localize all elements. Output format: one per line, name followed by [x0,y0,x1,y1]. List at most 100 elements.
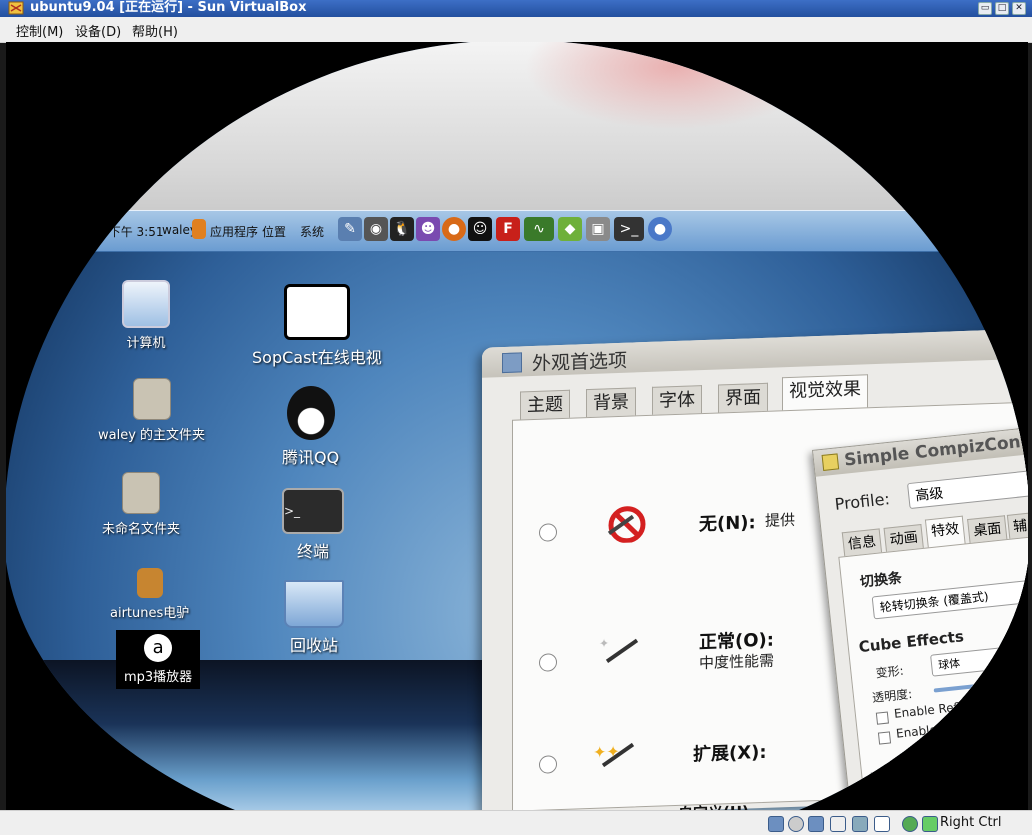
desktop-icon-terminal[interactable]: >_ 终端 [282,488,344,562]
folder-icon [122,472,160,514]
desktop-icon-home[interactable]: waley 的主文件夹 [98,378,205,443]
extra-effects-heading: 附加效果 [869,766,920,786]
donkey-icon [136,568,163,598]
usb-icon[interactable] [830,816,846,832]
tab-interface[interactable]: 界面 [718,382,768,414]
penguin-icon [286,386,335,440]
desktop-icon-label: 回收站 [289,636,338,655]
window-icon [502,352,522,374]
radio-normal[interactable] [539,653,557,672]
desktop-icon-label: 未命名文件夹 [102,522,181,537]
magic-wand-icon: ✦ [599,636,639,664]
firefox-icon[interactable]: ● [442,217,466,241]
desktop-icon-amule[interactable]: airtunes电驴 [110,568,189,621]
cd-icon[interactable] [788,816,804,832]
maximize-button[interactable]: □ [995,2,1009,15]
network-icon[interactable]: ▫ [982,217,996,241]
desktop-icon-trash[interactable]: 回收站 [284,580,344,656]
camera-icon[interactable]: ◉ [364,217,388,241]
menu-devices[interactable]: 设备(D) [75,21,121,40]
desktop-icon-label: 终端 [296,542,329,561]
mouse-integration-icon[interactable] [874,816,890,832]
svg-text:✦: ✦ [599,636,609,650]
network-adapter-icon[interactable] [808,816,824,832]
tux-icon[interactable]: 🐧 [390,217,414,241]
window-titlebar: ubuntu9.04 [正在运行] - Sun VirtualBox ▭ □ ✕ [0,0,1032,17]
trash-icon [284,580,344,628]
switcher-heading: 切换条 [859,570,903,591]
desktop-icon-qq[interactable]: 腾讯QQ [282,386,339,468]
option-none-label: 无(N): [699,512,756,536]
prefs-titlebar[interactable]: 外观首选项 [482,328,1028,378]
ccsm-tab-more[interactable]: 辅 [1006,512,1028,540]
filezilla-icon[interactable]: F [496,217,520,241]
desktop-icon-computer[interactable]: 计算机 [122,280,170,351]
radio-extra[interactable] [539,755,557,774]
desktop-icon-mp3[interactable]: a mp3播放器 [116,630,201,689]
prefs-title: 外观首选项 [532,349,628,376]
computer-icon [122,280,170,328]
profile-select[interactable]: 高级 [906,470,1028,510]
panel-menu-places[interactable]: 位置 [262,223,286,240]
pidgin-icon[interactable]: ☻ [416,217,440,241]
menu-help[interactable]: 帮助(H) [132,21,178,40]
notes-icon[interactable]: ✎ [338,217,362,241]
panel-menu-system[interactable]: 系统 [300,223,324,240]
guest-screen[interactable]: 6月25日星期二 下午 3:51 waley 应用程序 位置 系统 ✎ ◉ 🐧 … [6,42,1028,810]
sphere-cap [6,42,1028,220]
tab-visual-effects[interactable]: 视觉效果 [782,374,868,412]
deform-label: 变形: [874,663,905,681]
virtualbox-statusbar: Right Ctrl [0,810,1032,835]
opacity-label: 透明度: [871,686,913,706]
minimize-button[interactable]: ▭ [978,2,992,15]
virtualbox-icon [8,1,24,15]
capture-icon[interactable] [902,816,918,832]
opacity-slider[interactable] [933,677,1028,693]
sphere-reflection [524,42,824,130]
desktop-icon-sopcast[interactable]: SopCast在线电视 [252,284,382,368]
no-effects-icon [607,506,646,544]
tab-theme[interactable]: 主题 [520,389,570,421]
svg-text:✦✦: ✦✦ [593,742,620,762]
qq-icon[interactable]: ☺ [468,217,492,241]
close-button[interactable]: ✕ [1012,2,1026,15]
panel-menu-applications[interactable]: 应用程序 [210,223,258,240]
panel-clock[interactable]: 6月25日星期二 下午 3:51 [22,223,163,240]
tab-fonts[interactable]: 字体 [652,385,702,416]
desktop-icon-label: airtunes电驴 [110,606,190,621]
profile-label: Profile: [833,489,891,514]
gnome-top-panel: 6月25日星期二 下午 3:51 waley 应用程序 位置 系统 ✎ ◉ 🐧 … [6,210,1028,252]
desktop-icon-label: mp3播放器 [124,670,193,685]
home-folder-icon [132,378,171,420]
simple-compizconfig-window[interactable]: Simple CompizConfig Profile: 高级 信息 动画 特效… [812,425,1028,810]
3d-windows-checkbox[interactable] [877,731,892,745]
compiz-sphere-desktop: 6月25日星期二 下午 3:51 waley 应用程序 位置 系统 ✎ ◉ 🐧 … [6,42,1028,810]
host-key-label: Right Ctrl [940,815,1002,830]
menu-control[interactable]: 控制(M) [16,21,63,40]
desktop-icon-folder[interactable]: 未命名文件夹 [102,472,180,537]
desktop-icon-label: SopCast在线电视 [252,348,382,367]
menubar: 控制(M) 设备(D) 帮助(H) [0,17,1032,43]
desktop-icon-label: 腾讯QQ [282,448,340,467]
reflection-checkbox[interactable] [875,711,890,725]
bubbles-icon[interactable]: ● [648,217,672,241]
package-icon[interactable]: ◆ [558,217,582,241]
network-tools-icon[interactable]: ▣ [586,217,610,241]
tab-background[interactable]: 背景 [586,387,636,419]
option-custom-label: 自定义(U) [678,800,749,810]
system-monitor-icon[interactable]: ∿ [524,217,554,241]
ubuntu-logo-icon[interactable] [192,219,206,239]
radio-none[interactable] [539,523,557,542]
host-key-icon[interactable] [922,816,938,832]
audacious-icon: a [144,634,173,662]
hard-disk-icon[interactable] [768,816,784,832]
tv-icon [283,284,350,340]
volume-icon[interactable]: ▫ [1002,217,1016,241]
shared-folder-icon[interactable] [852,816,868,832]
option-none-desc: 提供 [765,510,796,530]
notification-icon[interactable]: ▫ [962,217,976,241]
option-normal-desc: 中度性能需 [699,651,775,673]
terminal-icon: >_ [282,488,344,534]
terminal-launcher-icon[interactable]: >_ [614,217,644,241]
desktop-icon-label: waley 的主文件夹 [98,428,206,443]
